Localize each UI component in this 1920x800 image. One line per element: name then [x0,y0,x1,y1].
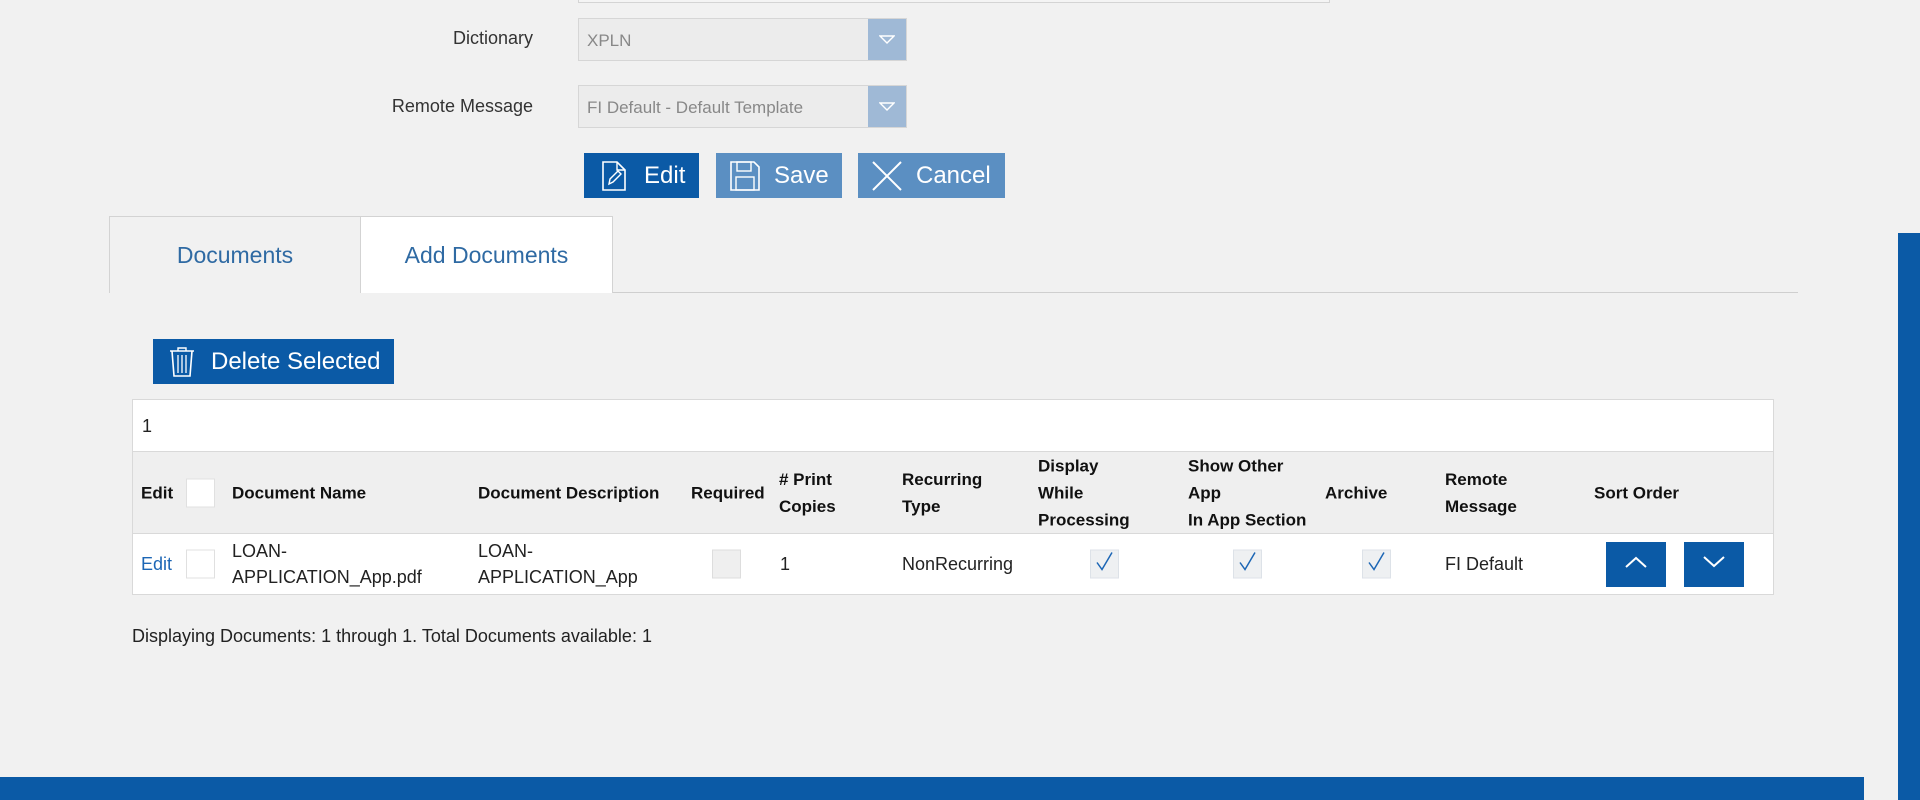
bottom-bar [0,777,1864,800]
dictionary-select[interactable]: XPLN [578,18,907,61]
row-document-description-line1: LOAN- [478,541,534,561]
cancel-button-label: Cancel [916,161,991,189]
sort-up-button[interactable] [1606,542,1666,587]
header-show-other-line3: In App Section [1188,510,1307,529]
top-field-edge [578,0,1330,3]
dictionary-label: Dictionary [452,28,533,48]
row-document-description-line2: APPLICATION_App [478,567,638,587]
delete-selected-label: Delete Selected [211,347,381,375]
chevron-up-icon [1624,555,1648,574]
row-required-checkbox [712,549,741,579]
header-remote-message-line1: Remote [1445,469,1508,489]
row-print-copies: 1 [780,554,791,574]
documents-grid: 1 Edit Document Name Document Descriptio… [132,399,1774,595]
checkmark-icon [1095,551,1115,578]
header-print-copies-line2: Copies [779,496,836,516]
dropdown-arrow-icon[interactable] [868,19,906,60]
header-recurring-type[interactable]: Recurring Type [902,466,982,520]
table-row: Edit LOAN- APPLICATION_App.pdf LOAN- APP… [133,534,1773,594]
remote-message-value: FI Default - Default Template [587,98,804,117]
dropdown-arrow-icon[interactable] [868,86,906,127]
floppy-disk-icon [716,160,774,192]
header-document-name[interactable]: Document Name [232,479,366,506]
checkmark-icon [1238,551,1258,578]
header-show-other-app[interactable]: Show Other App In App Section [1188,452,1306,533]
edit-button[interactable]: Edit [584,153,699,198]
pager-page-1[interactable]: 1 [142,416,152,436]
remote-message-select[interactable]: FI Default - Default Template [578,85,907,128]
save-button[interactable]: Save [716,153,842,198]
header-edit: Edit [141,483,174,502]
header-show-other-line1: Show Other [1188,456,1284,475]
header-display-line1: Display [1038,456,1099,475]
row-document-name: LOAN- APPLICATION_App.pdf [232,538,422,590]
header-required[interactable]: Required [691,479,765,506]
header-print-copies[interactable]: # Print Copies [779,466,836,520]
header-sort-order: Sort Order [1594,483,1680,502]
header-display-line2: While [1038,483,1084,502]
header-recurring-type-line1: Recurring [902,469,983,489]
header-display-line3: Processing [1038,510,1130,529]
checkmark-icon [1367,551,1387,578]
dictionary-value: XPLN [587,31,632,50]
header-archive[interactable]: Archive [1325,479,1387,506]
pager: 1 [133,400,1773,452]
header-document-description[interactable]: Document Description [478,479,659,506]
row-document-description: LOAN- APPLICATION_App [478,538,638,590]
header-recurring-type-line2: Type [902,496,941,516]
row-select-checkbox[interactable] [186,549,215,579]
row-recurring-type: NonRecurring [902,554,1014,574]
header-display-while-processing[interactable]: Display While Processing [1038,452,1130,533]
row-edit-link[interactable]: Edit [141,551,172,577]
row-display-while-processing-checkbox [1090,549,1119,579]
edit-button-label: Edit [644,161,686,189]
tab-documents[interactable]: Documents [109,216,361,293]
header-show-other-line2: App [1188,483,1222,502]
row-document-name-line1: LOAN- [232,541,288,561]
remote-message-label: Remote Message [391,96,533,116]
documents-summary: Displaying Documents: 1 through 1. Total… [132,626,652,646]
select-all-checkbox[interactable] [186,478,215,507]
trash-icon [153,346,211,378]
cancel-button[interactable]: Cancel [858,153,1005,198]
header-remote-message-line2: Message [1445,496,1517,516]
scrollbar[interactable] [1898,233,1920,800]
row-show-other-app-checkbox [1233,549,1262,579]
save-button-label: Save [774,161,829,189]
sort-down-button[interactable] [1684,542,1744,587]
header-print-copies-line1: # Print [779,469,832,489]
tab-add-documents[interactable]: Add Documents [360,216,613,293]
pencil-doc-icon [584,160,644,192]
grid-header: Edit Document Name Document Description … [133,452,1773,534]
header-remote-message[interactable]: Remote Message [1445,466,1517,520]
row-archive-checkbox [1362,549,1391,579]
delete-selected-button[interactable]: Delete Selected [153,339,394,384]
x-icon [858,160,916,192]
row-document-name-line2: APPLICATION_App.pdf [232,567,422,587]
chevron-down-icon [1702,555,1726,574]
row-remote-message: FI Default [1445,554,1524,574]
